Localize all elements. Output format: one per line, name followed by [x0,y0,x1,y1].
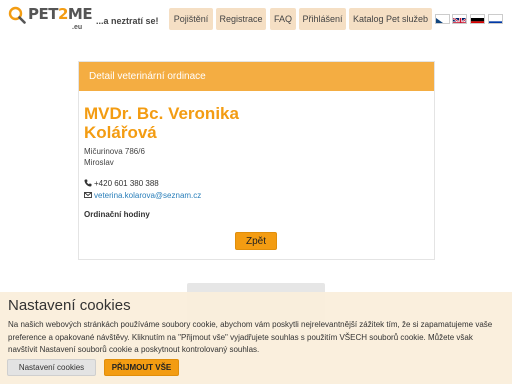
card-header: Detail veterinární ordinace [79,62,434,91]
address-street: Mičurinova 786/6 [84,147,145,156]
flag-cz-icon[interactable] [435,14,450,24]
nav-registration[interactable]: Registrace [216,8,266,30]
cookie-text: Na našich webových stránkách používáme s… [8,320,493,354]
flag-de-icon[interactable] [470,14,485,24]
email-link[interactable]: veterina.kolarova@seznam.cz [94,191,201,200]
site-header: PET2ME .eu ...a neztratí se! Pojištění R… [0,0,512,38]
nav-insurance[interactable]: Pojištění [169,8,213,30]
phone-row[interactable]: +420 601 380 388 [84,179,159,188]
cookie-banner: Nastavení cookies Na našich webových str… [0,292,512,384]
vet-name: MVDr. Bc. Veronika Kolářová [84,104,239,142]
nav-login[interactable]: Přihlášení [299,8,346,30]
flag-gb-icon[interactable] [452,14,467,24]
nav-faq[interactable]: FAQ [270,8,296,30]
phone-number: +420 601 380 388 [94,179,159,188]
address-city: Miroslav [84,158,114,167]
opening-hours-title: Ordinační hodiny [84,210,150,219]
cookie-title: Nastavení cookies [8,297,131,314]
phone-icon [84,179,92,187]
magnifier-logo-icon [8,6,26,24]
accept-all-button[interactable]: PŘIJMOUT VŠE [104,359,179,376]
cookie-settings-button[interactable]: Nastavení cookies [7,359,96,376]
logo-text: PET2ME [28,5,93,23]
email-row[interactable]: veterina.kolarova@seznam.cz [84,191,201,200]
logo-domain: .eu [72,24,83,31]
envelope-icon [84,192,92,198]
site-logo[interactable]: PET2ME .eu [8,4,94,31]
nav-catalog[interactable]: Katalog Pet služeb [349,8,432,30]
vet-detail-card: Detail veterinární ordinace MVDr. Bc. Ve… [78,61,435,260]
tagline: ...a neztratí se! [96,16,159,26]
back-button[interactable]: Zpět [235,232,277,250]
flag-ru-icon[interactable] [488,14,503,24]
